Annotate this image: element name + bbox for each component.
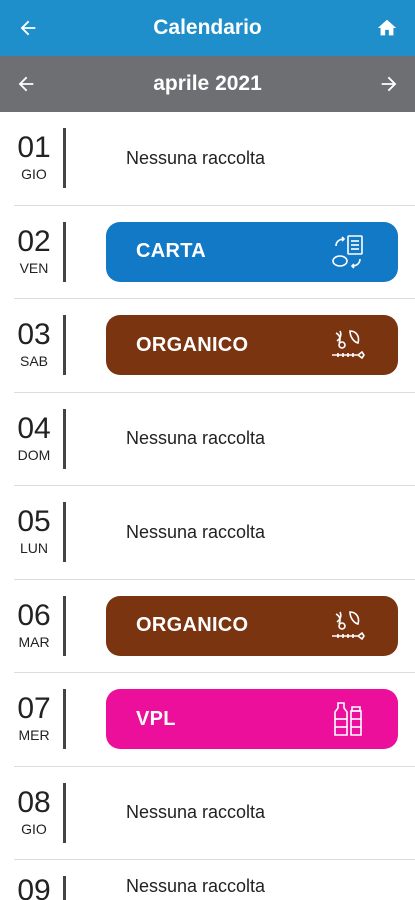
day-number: 05 xyxy=(17,505,51,539)
day-row: 04 DOM Nessuna raccolta xyxy=(14,393,415,486)
day-number: 08 xyxy=(17,785,51,819)
day-date: 05 LUN xyxy=(14,507,54,557)
organic-waste-icon xyxy=(328,606,368,646)
app-header: Calendario xyxy=(0,0,415,56)
day-content: Nessuna raccolta xyxy=(66,522,415,543)
day-row: 08 GIO Nessuna raccolta xyxy=(14,767,415,860)
day-of-week: VEN xyxy=(19,259,49,276)
day-list: 01 GIO Nessuna raccolta 02 VEN CARTA 03 SAB ORGA… xyxy=(0,112,415,900)
arrow-left-icon xyxy=(20,20,36,36)
day-content: VPL xyxy=(66,689,415,750)
current-month-label: aprile 2021 xyxy=(153,72,262,95)
home-icon xyxy=(377,19,397,36)
arrow-left-icon xyxy=(18,76,34,92)
organic-waste-icon xyxy=(328,325,368,365)
day-content: Nessuna raccolta xyxy=(66,802,415,823)
day-content: Nessuna raccolta xyxy=(66,876,415,897)
day-row: 09VEN Nessuna raccolta xyxy=(14,860,415,900)
day-date: 01 GIO xyxy=(14,133,54,183)
day-of-week: MER xyxy=(18,727,50,744)
day-number: 06 xyxy=(17,598,51,632)
collection-badge[interactable]: VPL xyxy=(106,689,398,750)
day-of-week: LUN xyxy=(19,540,48,557)
day-number: 02 xyxy=(17,224,51,258)
day-of-week: MAR xyxy=(18,633,50,650)
day-number: 07 xyxy=(17,692,51,726)
day-of-week: SAB xyxy=(19,353,48,370)
day-date: 06 MAR xyxy=(14,598,54,651)
prev-month-button[interactable] xyxy=(12,70,40,98)
no-collection-text: Nessuna raccolta xyxy=(126,802,266,823)
day-row: 07 MER VPL xyxy=(14,673,415,767)
day-of-week: GIO xyxy=(21,820,47,837)
no-collection-text: Nessuna raccolta xyxy=(126,876,266,896)
day-row: 01 GIO Nessuna raccolta xyxy=(14,112,415,206)
day-date: 03 SAB xyxy=(14,320,54,370)
day-number: 01 xyxy=(17,131,51,165)
day-content: CARTA xyxy=(66,221,415,282)
day-row: 06 MAR ORGANICO xyxy=(14,580,415,673)
day-of-week: GIO xyxy=(21,166,47,183)
back-button[interactable] xyxy=(14,14,42,42)
day-content: ORGANICO xyxy=(66,315,415,376)
collection-badge[interactable]: ORGANICO xyxy=(106,595,398,656)
collection-label: ORGANICO xyxy=(136,614,249,637)
home-button[interactable] xyxy=(373,14,401,42)
next-month-button[interactable] xyxy=(375,70,403,98)
collection-label: ORGANICO xyxy=(136,333,249,356)
arrow-right-icon xyxy=(381,76,397,92)
day-date: 04 DOM xyxy=(14,411,54,464)
bottles-cans-icon xyxy=(328,699,368,739)
collection-badge[interactable]: ORGANICO xyxy=(106,315,398,376)
collection-label: CARTA xyxy=(136,240,207,263)
day-date: 09VEN xyxy=(14,876,54,900)
day-row: 03 SAB ORGANICO xyxy=(14,299,415,393)
day-content: ORGANICO xyxy=(66,595,415,656)
paper-recycle-icon xyxy=(328,232,368,272)
day-row: 02 VEN CARTA xyxy=(14,206,415,299)
day-content: Nessuna raccolta xyxy=(66,148,415,169)
day-date: 02 VEN xyxy=(14,224,54,277)
day-date: 08 GIO xyxy=(14,785,54,838)
no-collection-text: Nessuna raccolta xyxy=(126,147,266,168)
day-date: 07 MER xyxy=(14,694,54,744)
collection-badge[interactable]: CARTA xyxy=(106,221,398,282)
day-number: 09 xyxy=(17,874,51,900)
no-collection-text: Nessuna raccolta xyxy=(126,521,266,542)
page-title: Calendario xyxy=(153,16,262,39)
day-content: Nessuna raccolta xyxy=(66,428,415,449)
no-collection-text: Nessuna raccolta xyxy=(126,428,266,449)
collection-label: VPL xyxy=(136,707,176,730)
day-number: 04 xyxy=(17,411,51,445)
day-row: 05 LUN Nessuna raccolta xyxy=(14,486,415,580)
day-of-week: DOM xyxy=(17,446,51,463)
day-number: 03 xyxy=(17,318,51,352)
month-navigator: aprile 2021 xyxy=(0,56,415,112)
